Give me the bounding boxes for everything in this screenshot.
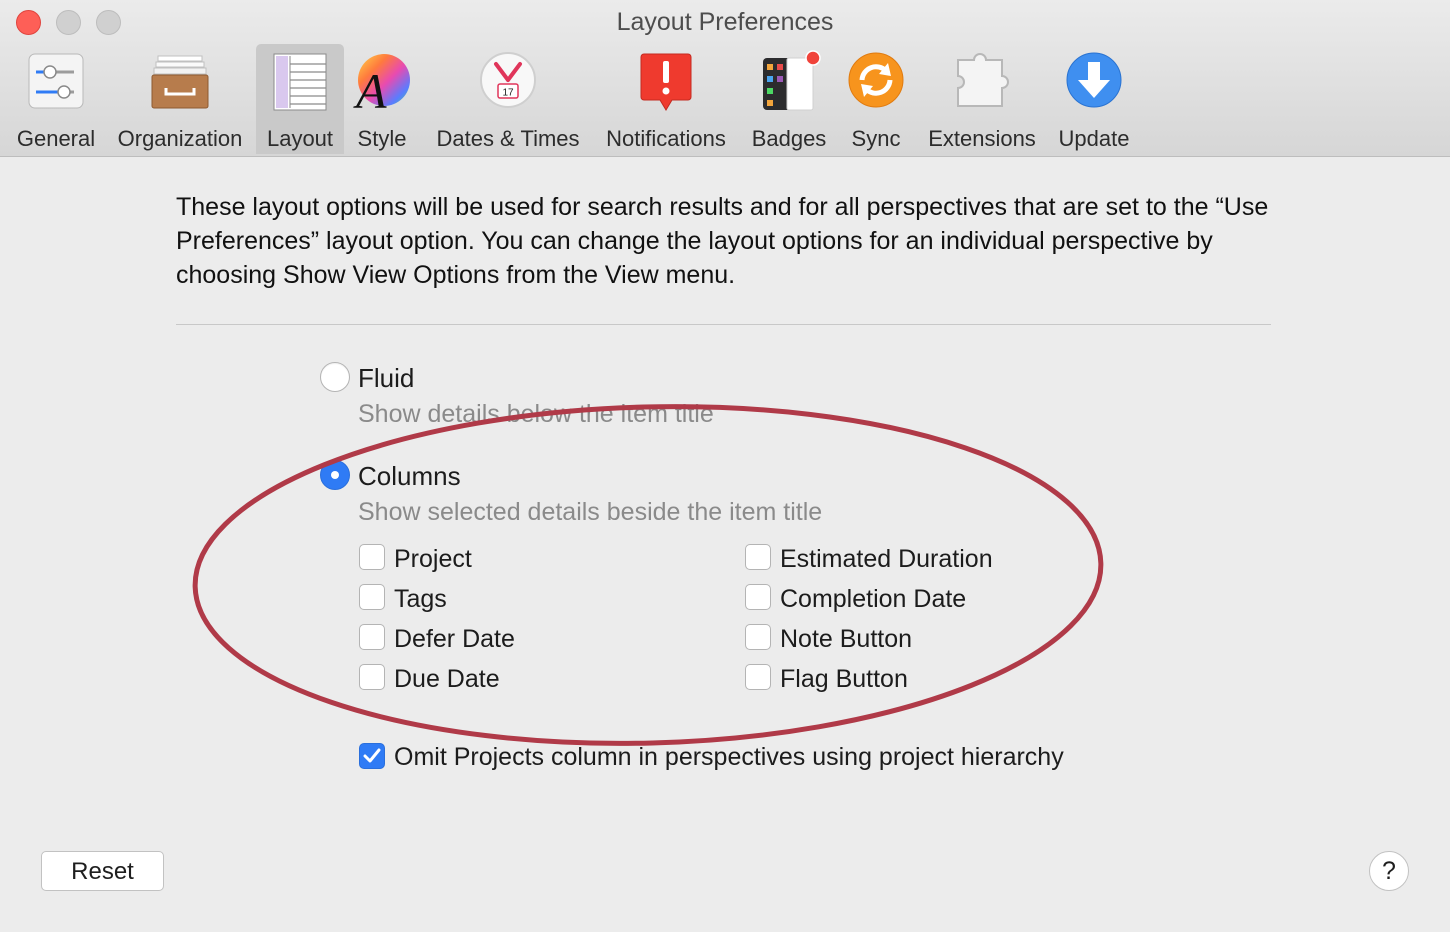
flag-button-checkbox[interactable] <box>745 664 771 690</box>
tab-dates-times[interactable]: 17 Dates & Times <box>426 44 590 154</box>
tab-general[interactable]: General <box>12 44 100 154</box>
project-checkbox[interactable] <box>359 544 385 570</box>
tags-checkbox-label: Tags <box>394 585 447 613</box>
tab-label: Style <box>357 126 407 151</box>
tab-sync[interactable]: Sync <box>842 44 910 154</box>
tab-label: Layout <box>266 126 334 151</box>
columns-label: Columns <box>358 461 461 491</box>
flag-button-checkbox-label: Flag Button <box>780 665 908 693</box>
omit-projects-label: Omit Projects column in perspectives usi… <box>394 743 1064 771</box>
sync-arrows-icon <box>848 52 904 108</box>
style-letter-a-icon: A <box>353 54 410 114</box>
tab-label: Notifications <box>606 126 726 151</box>
tab-update[interactable]: Update <box>1052 44 1136 154</box>
tab-label: Organization <box>117 126 243 151</box>
tab-style[interactable]: A Style <box>344 44 420 154</box>
tags-checkbox[interactable] <box>359 584 385 610</box>
fluid-label: Fluid <box>358 363 415 393</box>
estimated-duration-checkbox[interactable] <box>745 544 771 570</box>
tab-layout[interactable]: Layout <box>256 44 344 154</box>
tab-label: Extensions <box>928 126 1036 151</box>
tab-extensions[interactable]: Extensions <box>920 44 1044 154</box>
download-arrow-icon <box>1066 52 1122 108</box>
layout-columns-icon <box>273 53 327 111</box>
tab-label: Sync <box>851 126 901 151</box>
columns-radio[interactable] <box>320 460 350 490</box>
tab-badges[interactable]: Badges <box>744 44 834 154</box>
tab-label: Update <box>1058 126 1130 151</box>
section-divider <box>176 324 1271 325</box>
due-date-checkbox[interactable] <box>359 664 385 690</box>
svg-text:A: A <box>353 63 387 114</box>
tab-notifications[interactable]: Notifications <box>596 44 736 154</box>
omit-projects-checkbox[interactable] <box>359 743 385 769</box>
defer-date-checkbox[interactable] <box>359 624 385 650</box>
note-button-checkbox-label: Note Button <box>780 625 913 653</box>
checkmark-icon <box>363 748 381 763</box>
exclamation-badge-icon <box>640 53 692 111</box>
layout-description: These layout options will be used for se… <box>176 193 1269 289</box>
defer-date-checkbox-label: Defer Date <box>394 625 515 653</box>
window-titlebar: Layout Preferences General Organization <box>0 0 1450 157</box>
help-button[interactable]: ? <box>1369 851 1409 891</box>
fluid-subtitle: Show details below the item title <box>358 400 714 428</box>
reset-button[interactable]: Reset <box>41 851 164 891</box>
project-checkbox-label: Project <box>394 545 472 573</box>
svg-text:17: 17 <box>502 88 514 99</box>
columns-subtitle: Show selected details beside the item ti… <box>358 498 823 526</box>
filing-cabinet-icon <box>151 55 209 109</box>
tab-label: General <box>16 126 96 151</box>
estimated-duration-checkbox-label: Estimated Duration <box>780 545 993 573</box>
sliders-icon <box>28 53 84 109</box>
puzzle-piece-icon <box>957 53 1009 107</box>
tab-label: Badges <box>751 126 827 151</box>
tab-label: Dates & Times <box>436 126 580 151</box>
completion-date-checkbox[interactable] <box>745 584 771 610</box>
badge-dot-icon <box>763 50 821 111</box>
window-title: Layout Preferences <box>616 8 834 36</box>
tab-organization[interactable]: Organization <box>110 44 250 154</box>
note-button-checkbox[interactable] <box>745 624 771 650</box>
due-date-checkbox-label: Due Date <box>394 665 500 693</box>
calendar-clock-icon: 17 <box>480 52 536 108</box>
fluid-radio[interactable] <box>320 362 350 392</box>
completion-date-checkbox-label: Completion Date <box>780 585 967 613</box>
